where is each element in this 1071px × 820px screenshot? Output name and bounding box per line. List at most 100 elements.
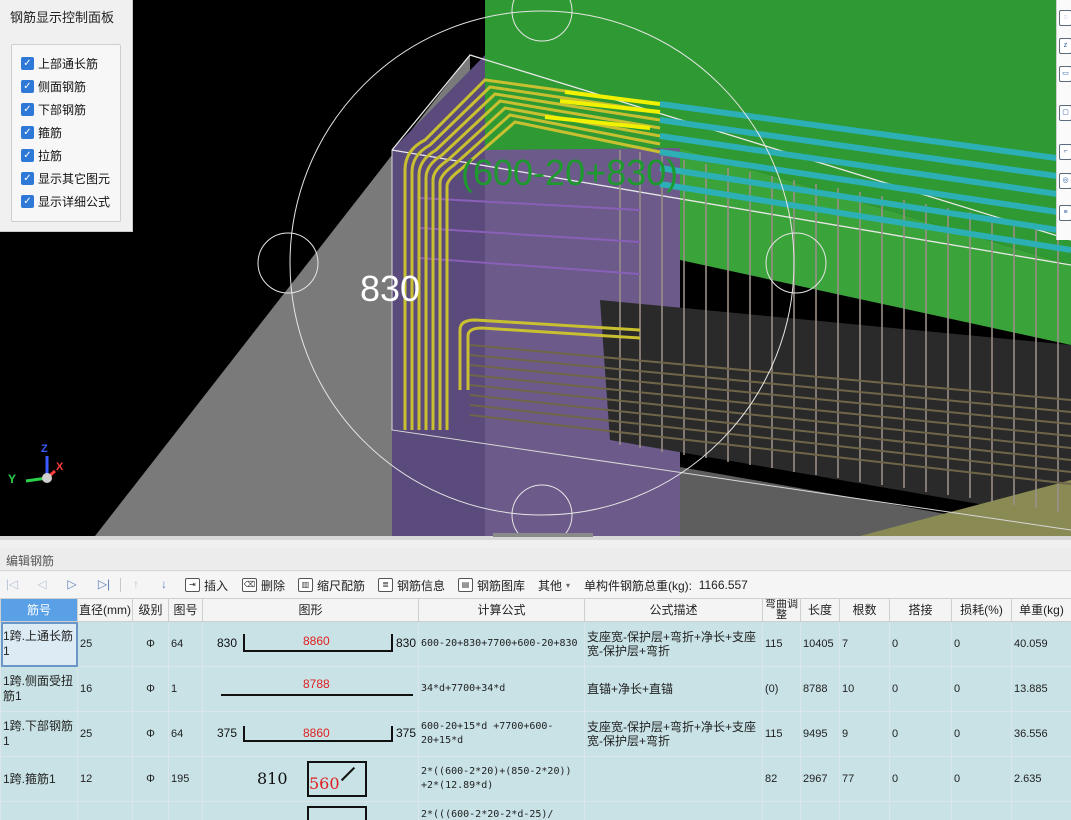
- cell-description[interactable]: 支座宽-保护层+弯折+净长+支座宽-保护层+弯折: [584, 711, 763, 757]
- cell-diameter[interactable]: [77, 801, 133, 820]
- checkbox-checked-icon[interactable]: ✓: [21, 171, 34, 185]
- col-header-formula[interactable]: 计算公式: [418, 598, 585, 622]
- cell-formula[interactable]: 2*((600-2*20)+(850-2*20)) +2*(12.89*d): [418, 756, 585, 802]
- cell-diameter[interactable]: 12: [77, 756, 133, 802]
- col-header-lap[interactable]: 搭接: [889, 598, 952, 622]
- checkbox-checked-icon[interactable]: ✓: [21, 79, 34, 93]
- cell-grade[interactable]: [132, 801, 169, 820]
- checkbox-checked-icon[interactable]: ✓: [21, 102, 34, 116]
- col-header-length[interactable]: 长度: [800, 598, 840, 622]
- cell-count[interactable]: [839, 801, 890, 820]
- cell-formula[interactable]: 34*d+7700+34*d: [418, 666, 585, 712]
- col-header-bar-no[interactable]: 筋号: [0, 598, 78, 622]
- cell-shape[interactable]: 810 560: [202, 756, 419, 802]
- cell-diameter[interactable]: 25: [77, 621, 133, 667]
- cell-lap[interactable]: 0: [889, 756, 952, 802]
- cell-grade[interactable]: Φ: [132, 756, 169, 802]
- cell-diameter[interactable]: 16: [77, 666, 133, 712]
- cell-bend-adjust[interactable]: 115: [762, 621, 801, 667]
- cell-loss[interactable]: 0: [951, 621, 1012, 667]
- cell-grade[interactable]: Φ: [132, 621, 169, 667]
- previous-record-icon[interactable]: ◁: [34, 576, 50, 592]
- rotate-icon[interactable]: ◌: [1059, 10, 1071, 26]
- col-header-diameter[interactable]: 直径(mm): [77, 598, 133, 622]
- cell-bar-name[interactable]: 1跨.上通长筋1: [0, 621, 78, 667]
- cell-length[interactable]: 9495: [800, 711, 840, 757]
- section-icon[interactable]: ⌐: [1059, 144, 1071, 160]
- cell-shape[interactable]: [202, 801, 419, 820]
- option-other-elements[interactable]: ✓ 显示其它图元: [21, 169, 110, 187]
- cell-count[interactable]: 9: [839, 711, 890, 757]
- delete-button[interactable]: ⌫ 删除: [242, 577, 285, 593]
- cell-bend-adjust[interactable]: 115: [762, 711, 801, 757]
- rebar-library-button[interactable]: ▤ 钢筋图库: [458, 577, 525, 593]
- cell-shape[interactable]: 830 8860 830: [202, 621, 419, 667]
- cell-shape[interactable]: 8788: [202, 666, 419, 712]
- cell-bend-adjust[interactable]: 82: [762, 756, 801, 802]
- cell-count[interactable]: 7: [839, 621, 890, 667]
- cell-shape[interactable]: 375 8860 375: [202, 711, 419, 757]
- cell-fig-no[interactable]: 64: [168, 621, 203, 667]
- move-down-icon[interactable]: ↓: [156, 576, 172, 592]
- other-menu-button[interactable]: 其他 ▾: [538, 577, 570, 593]
- col-header-grade[interactable]: 级别: [132, 598, 169, 622]
- view-cube-icon[interactable]: ▢: [1059, 105, 1071, 121]
- cell-loss[interactable]: 0: [951, 756, 1012, 802]
- cell-unit-weight[interactable]: 2.635: [1011, 756, 1071, 802]
- cell-grade[interactable]: Φ: [132, 666, 169, 712]
- splitter-handle[interactable]: [493, 533, 593, 537]
- insert-button[interactable]: ⇥ 插入: [185, 577, 228, 593]
- 3d-viewport[interactable]: 830 (600-20+830) Z X Y 钢筋显示控制面板 ✓ 上部通长筋 ✓…: [0, 0, 1071, 536]
- cell-count[interactable]: 10: [839, 666, 890, 712]
- cell-length[interactable]: 2967: [800, 756, 840, 802]
- checkbox-checked-icon[interactable]: ✓: [21, 56, 34, 70]
- option-bottom-rebar[interactable]: ✓ 下部钢筋: [21, 100, 86, 118]
- cell-description[interactable]: [584, 756, 763, 802]
- col-header-count[interactable]: 根数: [839, 598, 890, 622]
- cell-fig-no[interactable]: 195: [168, 756, 203, 802]
- cell-fig-no[interactable]: [168, 801, 203, 820]
- cell-length[interactable]: 8788: [800, 666, 840, 712]
- cell-description[interactable]: 支座宽-保护层+弯折+净长+支座宽-保护层+弯折: [584, 621, 763, 667]
- cell-loss[interactable]: [951, 801, 1012, 820]
- cell-lap[interactable]: 0: [889, 711, 952, 757]
- cell-unit-weight[interactable]: 40.059: [1011, 621, 1071, 667]
- cell-formula[interactable]: 2*(((600-2*20-2*d-25)/: [418, 801, 585, 820]
- cell-fig-no[interactable]: 64: [168, 711, 203, 757]
- cell-bar-name[interactable]: 1跨.下部钢筋1: [0, 711, 78, 757]
- cell-unit-weight[interactable]: 36.556: [1011, 711, 1071, 757]
- col-header-description[interactable]: 公式描述: [584, 598, 763, 622]
- cell-fig-no[interactable]: 1: [168, 666, 203, 712]
- cell-diameter[interactable]: 25: [77, 711, 133, 757]
- checkbox-checked-icon[interactable]: ✓: [21, 194, 34, 208]
- checkbox-checked-icon[interactable]: ✓: [21, 125, 34, 139]
- zoom-icon[interactable]: z: [1059, 38, 1071, 54]
- cell-grade[interactable]: Φ: [132, 711, 169, 757]
- last-record-icon[interactable]: ▷|: [96, 576, 112, 592]
- cell-description[interactable]: 直锚+净长+直锚: [584, 666, 763, 712]
- col-header-bend-adjust[interactable]: 弯曲调整: [762, 598, 801, 622]
- cell-length[interactable]: [800, 801, 840, 820]
- col-header-unit-weight[interactable]: 单重(kg): [1011, 598, 1071, 622]
- rebar-info-button[interactable]: ≣ 钢筋信息: [378, 577, 445, 593]
- select-icon[interactable]: ◎: [1059, 173, 1071, 189]
- option-side-rebar[interactable]: ✓ 侧面钢筋: [21, 77, 86, 95]
- cell-lap[interactable]: [889, 801, 952, 820]
- cell-bend-adjust[interactable]: (0): [762, 666, 801, 712]
- cell-loss[interactable]: 0: [951, 711, 1012, 757]
- cell-unit-weight[interactable]: [1011, 801, 1071, 820]
- col-header-shape[interactable]: 图形: [202, 598, 419, 622]
- col-header-loss[interactable]: 损耗(%): [951, 598, 1012, 622]
- cell-formula[interactable]: 600-20+15*d +7700+600-20+15*d: [418, 711, 585, 757]
- cell-bar-name[interactable]: 1跨.箍筋1: [0, 756, 78, 802]
- option-detail-formula[interactable]: ✓ 显示详细公式: [21, 192, 110, 210]
- option-top-continuous[interactable]: ✓ 上部通长筋: [21, 54, 98, 72]
- cell-bend-adjust[interactable]: [762, 801, 801, 820]
- cell-count[interactable]: 77: [839, 756, 890, 802]
- cell-bar-name[interactable]: 1跨.侧面受扭筋1: [0, 666, 78, 712]
- checkbox-checked-icon[interactable]: ✓: [21, 148, 34, 162]
- scale-config-button[interactable]: ▥ 缩尺配筋: [298, 577, 365, 593]
- option-stirrup[interactable]: ✓ 箍筋: [21, 123, 62, 141]
- cell-unit-weight[interactable]: 13.885: [1011, 666, 1071, 712]
- list-icon[interactable]: ≡: [1059, 205, 1071, 221]
